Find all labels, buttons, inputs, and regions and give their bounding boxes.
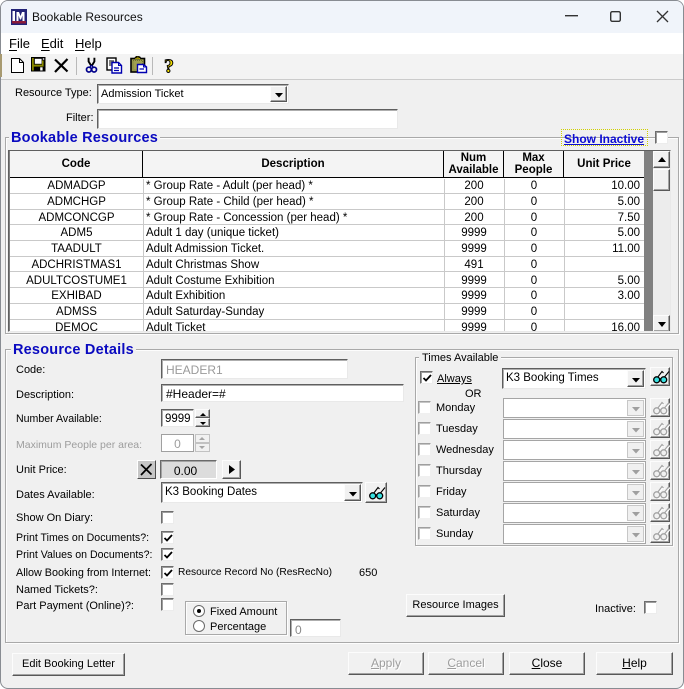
svg-text:?: ? — [164, 56, 174, 76]
